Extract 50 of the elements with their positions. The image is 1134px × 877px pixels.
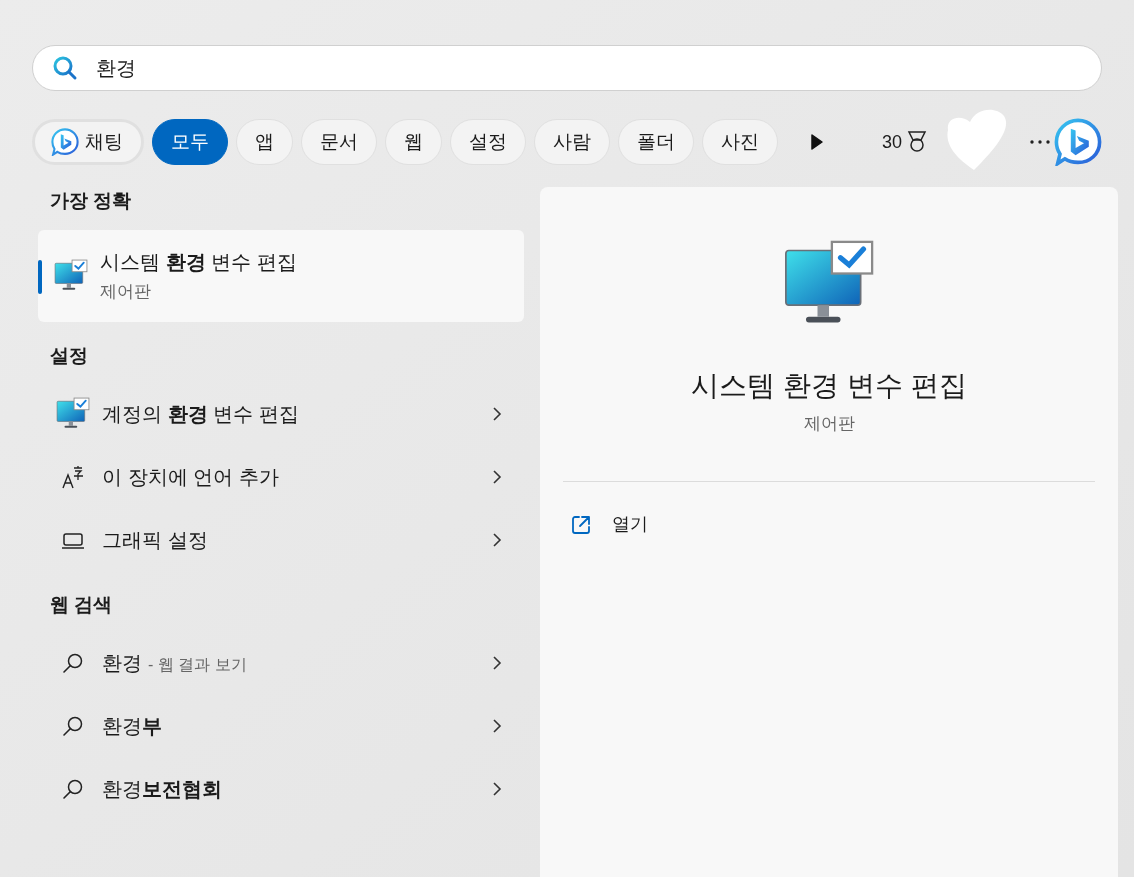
open-action[interactable]: 열기 [570, 497, 1088, 552]
points-count: 30 [882, 130, 903, 154]
item-hint: - 웹 결과 보기 [148, 655, 247, 675]
more-icon [1030, 140, 1051, 144]
detail-title: 시스템 환경 변수 편집 [691, 369, 967, 403]
item-title: 환경보전협회 [102, 777, 222, 802]
chevron-right-icon [492, 405, 502, 422]
monitor-icon [54, 258, 88, 293]
search-field[interactable]: 환경 [32, 45, 1102, 91]
filter-tab[interactable]: 웹 [385, 119, 442, 165]
section-heading: 가장 정확 [49, 189, 133, 213]
chevron-right-icon [492, 718, 502, 734]
selection-indicator [38, 259, 42, 294]
external-link-icon [570, 513, 592, 536]
result-item[interactable]: 이 장치에 언어 추가 [38, 445, 524, 508]
result-item[interactable]: 환경부 [38, 694, 524, 758]
chevron-right-icon [492, 781, 502, 797]
section-heading: 웹 검색 [49, 593, 114, 617]
play-icon[interactable] [810, 133, 824, 151]
result-item[interactable]: 환경보전협회 [38, 757, 524, 821]
item-title: 그래픽 설정 [102, 527, 208, 553]
detail-subtitle: 제어판 [803, 413, 855, 435]
medal-icon [906, 130, 929, 154]
filter-tab[interactable]: 사진 [702, 119, 778, 165]
chevron-right-icon [492, 655, 502, 671]
item-title: 이 장치에 언어 추가 [102, 464, 279, 490]
filter-tab[interactable]: 폴더 [618, 119, 694, 165]
item-title: 시스템 환경 변수 편집 [100, 249, 297, 275]
item-title: 계정의 환경 변수 편집 [102, 401, 299, 427]
item-title: 환경 [102, 651, 142, 676]
chat-button[interactable]: 채팅 [32, 119, 144, 165]
bing-chat-icon [1054, 118, 1103, 166]
monitor-icon [56, 396, 90, 431]
result-item[interactable]: 환경 - 웹 결과 보기 [38, 631, 524, 695]
filter-tab[interactable]: 문서 [301, 119, 377, 165]
section-heading: 설정 [49, 343, 89, 368]
filter-tab[interactable]: 앱 [236, 119, 293, 165]
item-subtitle: 제어판 [100, 280, 152, 303]
result-item[interactable]: 계정의 환경 변수 편집 [38, 382, 524, 445]
item-title: 환경부 [102, 714, 162, 739]
language-icon [60, 463, 86, 490]
filter-tab[interactable]: 사람 [534, 119, 610, 165]
search-icon [52, 55, 78, 81]
filter-tab[interactable]: 모두 [152, 119, 228, 165]
chevron-right-icon [492, 468, 502, 485]
chevron-right-icon [492, 531, 502, 548]
result-item[interactable]: 그래픽 설정 [38, 508, 524, 571]
best-match-item[interactable]: 시스템 환경 변수 편집 제어판 [38, 229, 524, 322]
chat-bubble-icon [51, 128, 79, 156]
filter-tab[interactable]: 설정 [450, 119, 526, 165]
